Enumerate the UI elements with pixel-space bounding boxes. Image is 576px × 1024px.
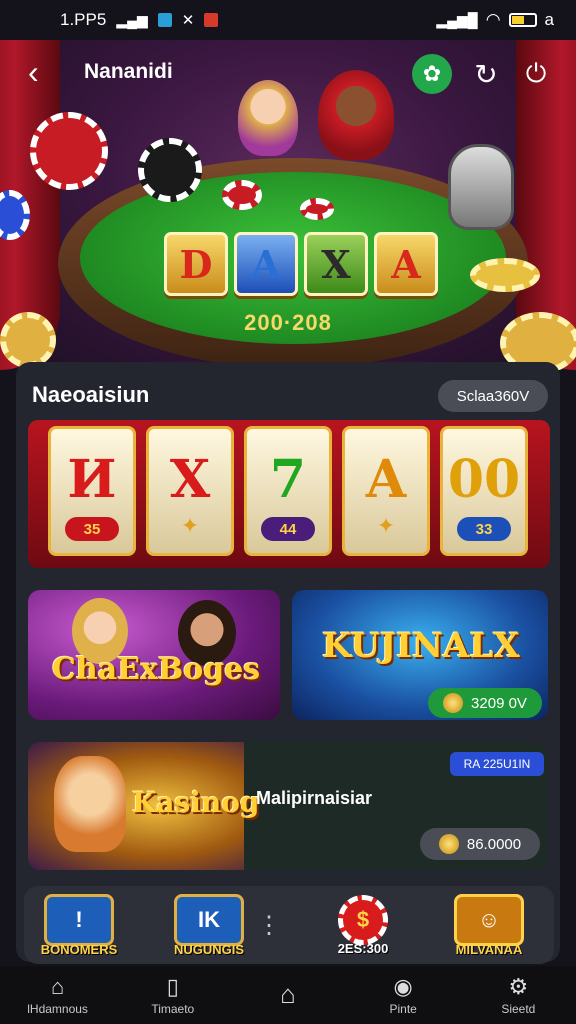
coin-icon (443, 693, 464, 713)
status-bar: 1.PP5 ▂▄▆ ✕ ▂▄▆█ ◠ a (0, 0, 576, 40)
slot-reel: X ✦ (146, 426, 234, 556)
nav-item-pinte[interactable]: ◉ Pinte (353, 973, 453, 1016)
dock-item-milvanaa[interactable]: ☺ MILVANAA (444, 886, 534, 964)
status-time: 1.PP5 (60, 10, 107, 29)
tablet-icon: ▯ (166, 973, 179, 999)
back-arrow-icon[interactable]: ‹ (28, 56, 39, 88)
pin-icon: ◉ (393, 973, 413, 999)
app-notification-icon-2 (204, 13, 219, 27)
card-title: KUJINALX (322, 626, 520, 666)
cell-signal-icon: ▂▄▆█ (436, 11, 478, 28)
microphone-icon (448, 144, 514, 230)
logo-tile: A (374, 232, 438, 296)
nav-item-center[interactable]: ⌂ (238, 978, 338, 1009)
mute-icon: ✕ (181, 12, 195, 29)
roulette-chip-icon: $ (338, 894, 388, 945)
reel-symbol: 7 (269, 449, 307, 510)
nav-item-home[interactable]: ⌂ lHdamnous (8, 973, 108, 1016)
crown-icon: ✦ (180, 513, 200, 538)
reel-symbol: И (67, 449, 117, 510)
coin-icon (438, 834, 459, 854)
card-title: ChaExBoges (52, 652, 261, 687)
slot-reel: 00 33 (440, 426, 528, 556)
gift-icon[interactable]: ✿ (412, 54, 452, 94)
reel-symbol: X (169, 449, 211, 510)
reel-value: 35 (65, 517, 119, 541)
logo-tile: A (234, 232, 298, 296)
chip-icon (222, 180, 262, 210)
section-pill-button[interactable]: Sclaa360V (438, 380, 548, 412)
chip-icon (300, 198, 334, 220)
nav-item-sieetd[interactable]: ⚙ Sieetd (468, 973, 568, 1016)
dock-badge: ☺ (454, 893, 524, 946)
amount-badge: 86.0000 (420, 828, 540, 860)
slot-reel: И 35 (48, 426, 136, 556)
crown-icon: ✦ (376, 513, 396, 538)
top-bar: ‹ Nananidi ✿ ↻ ⏻ (0, 50, 576, 96)
amount-badge: 3209 0V (428, 688, 542, 718)
power-icon[interactable]: ⏻ (516, 54, 556, 94)
battery-icon (508, 13, 537, 27)
chip-icon (138, 138, 202, 202)
reel-value: 44 (261, 517, 315, 541)
house-outline-icon: ⌂ (280, 978, 296, 1009)
dock-badge: IK (174, 893, 244, 946)
signal-icon: ▂▄▆ (116, 11, 148, 28)
chip-icon (30, 112, 108, 190)
dock-label: 2ES:300 (337, 940, 389, 956)
nav-label: Pinte (389, 1001, 417, 1016)
nav-label: Timaeto (151, 1001, 195, 1016)
app-title: Nananidi (84, 60, 173, 83)
wifi-icon: ◠ (485, 10, 501, 29)
dock-label: BONOMERS (40, 941, 118, 957)
more-menu[interactable]: ⋮ (244, 886, 294, 964)
slot-reel: 7 44 (244, 426, 332, 556)
reel-symbol: A (365, 449, 407, 510)
nav-item-timaeto[interactable]: ▯ Timaeto (123, 973, 223, 1016)
game-card-kujinalx[interactable]: KUJINALX 3209 0V (292, 590, 548, 720)
nav-label: lHdamnous (27, 1001, 88, 1016)
jackpot-amount: 200·208 (244, 310, 332, 335)
battery-suffix: a (544, 10, 554, 29)
dock-label: MILVANAA (455, 941, 523, 957)
dock-badge: ! (44, 893, 114, 946)
bottom-nav: ⌂ lHdamnous ▯ Timaeto ⌂ ◉ Pinte ⚙ Sieetd (0, 966, 576, 1024)
refresh-icon[interactable]: ↻ (466, 54, 506, 94)
game-card-kasinog[interactable]: Kasinog Malipirnaisiar RA 225U1IN 86.000… (28, 742, 548, 870)
reel-symbol: 00 (447, 449, 521, 510)
game-card-chaexboges[interactable]: ChaExBoges (28, 590, 280, 720)
dock-item-2es300[interactable]: $ 2ES:300 (318, 886, 408, 964)
logo-tile: D (164, 232, 228, 296)
settings-icon: ⚙ (508, 973, 529, 999)
dog-mascot (54, 756, 126, 852)
dock-item-nugungis[interactable]: IK NUGUNGIS (164, 886, 254, 964)
card-title: Kasinog (132, 786, 260, 819)
logo-tiles: D A X A (164, 232, 438, 296)
game-dock: ! BONOMERS IK NUGUNGIS ⋮ $ 2ES:300 ☺ MIL… (24, 886, 554, 964)
dock-item-bonomers[interactable]: ! BONOMERS (34, 886, 124, 964)
app-notification-icon (157, 13, 172, 27)
slot-machine-card[interactable]: И 35 X ✦ 7 44 A ✦ 00 33 (28, 420, 550, 568)
amount-text: 3209 0V (471, 694, 527, 712)
dock-label: NUGUNGIS (173, 941, 245, 957)
chip-icon (470, 258, 540, 292)
reel-value: 33 (457, 517, 511, 541)
amount-text: 86.0000 (466, 835, 522, 853)
more-icon: ⋮ (257, 911, 281, 939)
home-icon: ⌂ (50, 973, 65, 999)
slot-reel: A ✦ (342, 426, 430, 556)
nav-label: Sieetd (501, 1001, 536, 1016)
logo-tile: X (304, 232, 368, 296)
section-title: Naeoaisiun (32, 382, 150, 407)
tag-badge: RA 225U1IN (450, 752, 544, 776)
card-label: Malipirnaisiar (256, 788, 373, 808)
